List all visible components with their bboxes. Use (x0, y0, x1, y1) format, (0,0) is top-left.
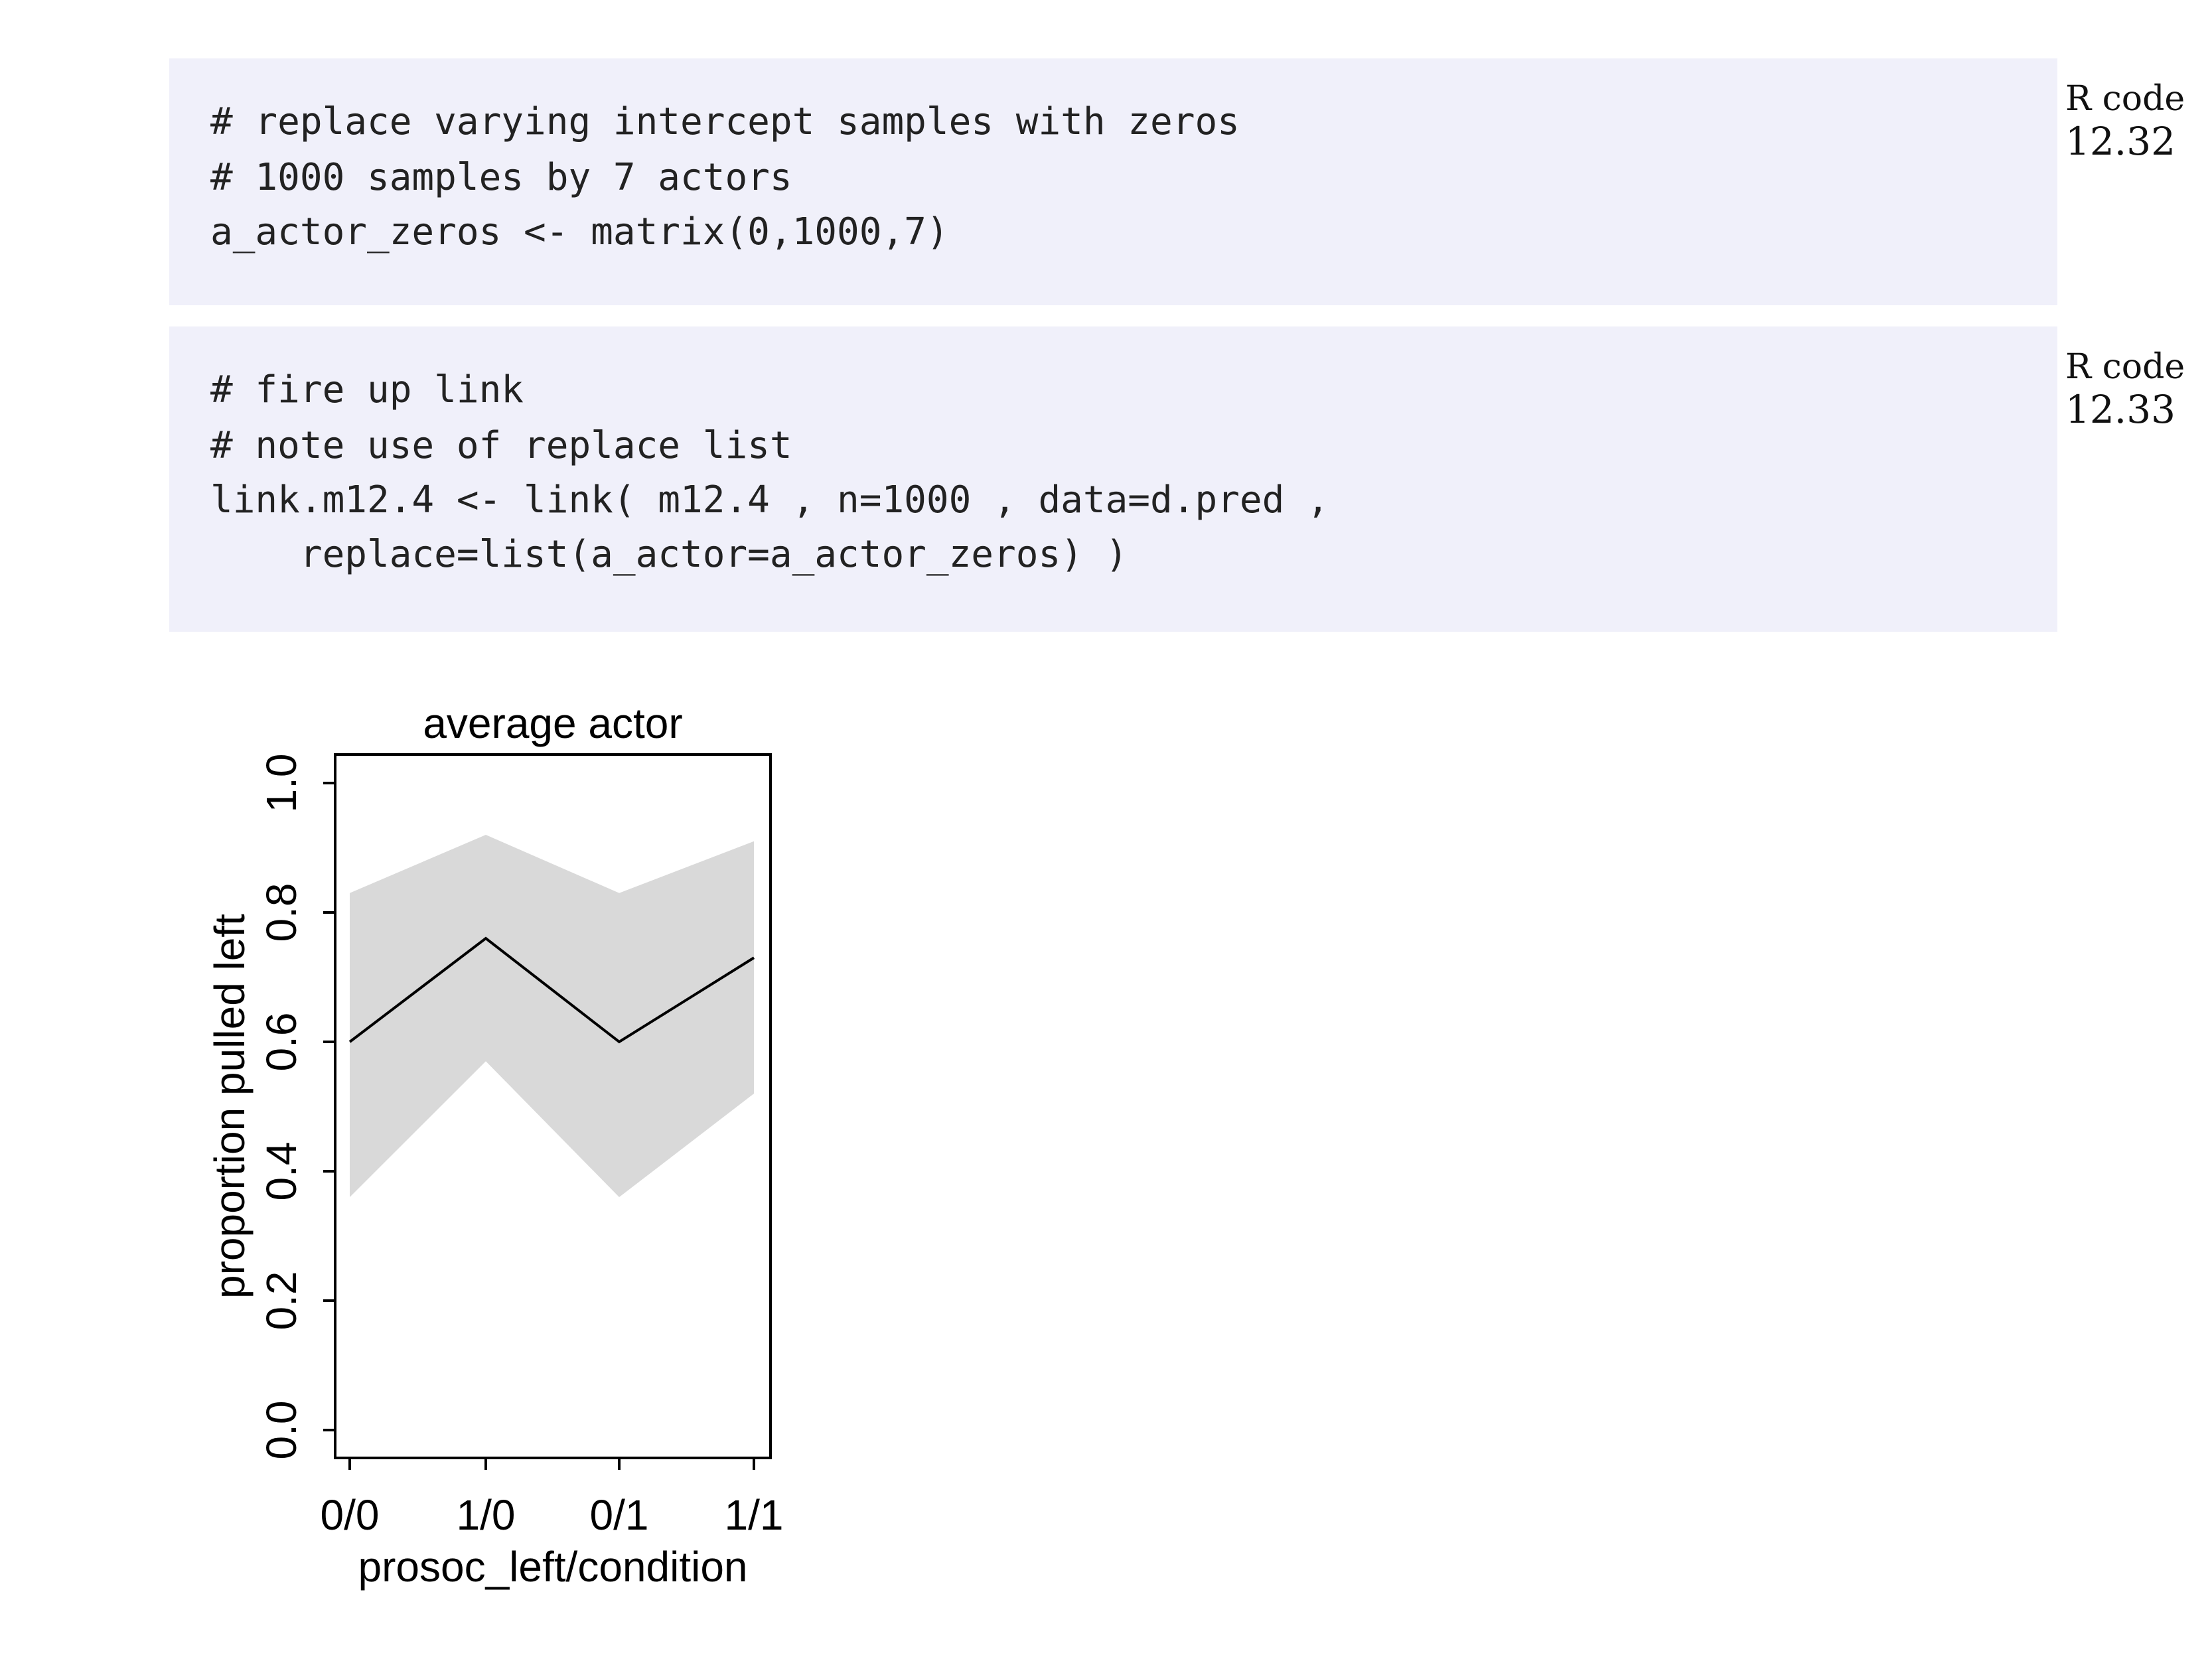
code-number: 12.33 (2065, 386, 2176, 432)
code-block-12-33: # fire up link # note use of replace lis… (169, 326, 2057, 632)
code-line: replace=list(a_actor=a_actor_zeros) ) (210, 533, 1128, 576)
code-line: # replace varying intercept samples with… (210, 100, 1240, 143)
code-line: a_actor_zeros <- matrix(0,1000,7) (210, 210, 949, 253)
y-tick-label: 0.2 (258, 1271, 305, 1331)
x-tick-label: 0/1 (590, 1491, 649, 1539)
code-line: link.m12.4 <- link( m12.4 , n=1000 , dat… (210, 478, 1329, 522)
code-label: R code (2065, 347, 2185, 387)
chart-title: average actor (423, 699, 682, 747)
y-axis-label: proportion pulled left (206, 914, 254, 1299)
code-margin-note: R code 12.33 (2065, 347, 2185, 432)
code-line: # 1000 samples by 7 actors (210, 156, 792, 199)
y-tick-label: 0.8 (258, 883, 305, 942)
code-block-12-32: # replace varying intercept samples with… (169, 58, 2057, 305)
y-tick-label: 0.4 (258, 1142, 305, 1201)
average-actor-chart: average actor 0.0 0.2 0.4 0.6 0.8 1.0 0/0 1/0 0/… (206, 699, 784, 1591)
x-axis-label: prosoc_left/condition (358, 1543, 747, 1591)
code-number: 12.32 (2065, 118, 2176, 164)
code-line: # note use of replace list (210, 424, 792, 467)
y-tick-label: 0.0 (258, 1401, 305, 1460)
code-line: # fire up link (210, 368, 524, 411)
x-tick-label: 1/0 (457, 1491, 516, 1539)
y-tick-label: 0.6 (258, 1013, 305, 1072)
y-tick-label: 1.0 (258, 754, 305, 813)
x-tick-label: 1/1 (725, 1491, 784, 1539)
x-tick-label: 0/0 (321, 1491, 380, 1539)
interval-band (350, 835, 754, 1197)
code-label: R code (2065, 79, 2185, 119)
code-margin-note: R code 12.32 (2065, 79, 2185, 164)
